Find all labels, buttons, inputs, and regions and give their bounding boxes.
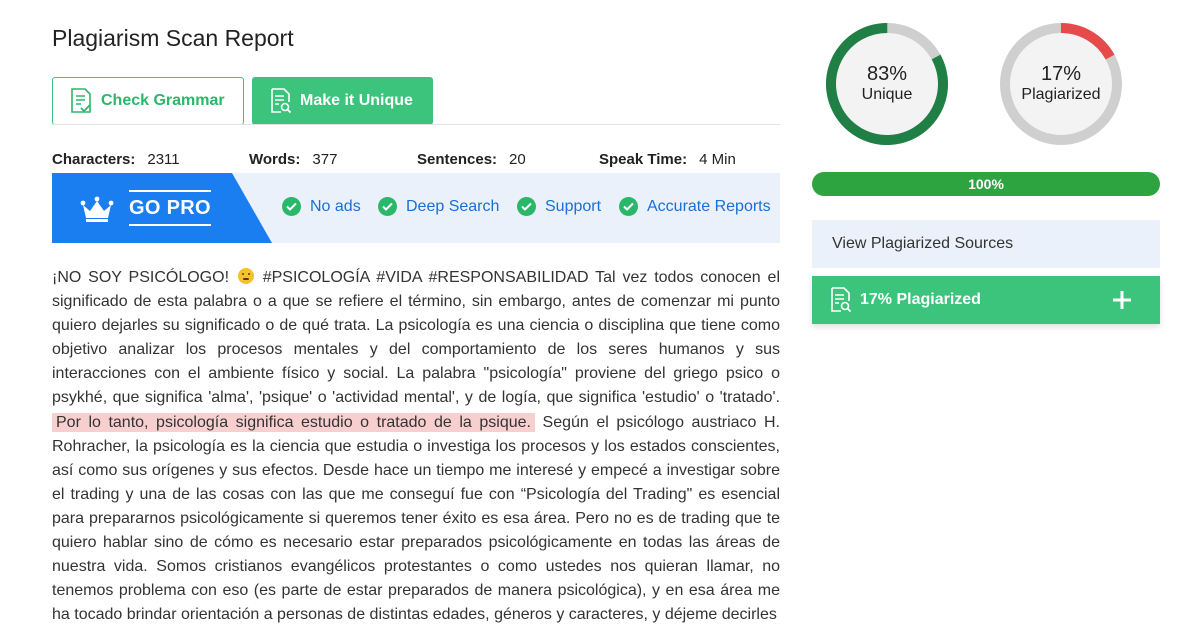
divider [52,124,780,125]
stat-value: 4 Min [699,151,736,168]
stat-value: 377 [312,151,338,168]
unique-score-ring: 83% Unique [826,23,948,145]
text-segment: Según el psicólogo austriaco H. Rohrache… [52,413,781,624]
check-circle-icon [517,197,536,216]
check-circle-icon [378,197,397,216]
plagiarized-highlight[interactable]: Por lo tanto, psicología significa estud… [52,412,535,432]
check-circle-icon [282,197,301,216]
crown-icon [80,196,114,222]
feature-deep-search: Deep Search [378,197,499,216]
plagiarized-item-label: 17% Plagiarized [860,291,981,308]
plus-icon[interactable] [1110,288,1134,312]
text-segment: #PSICOLOGÍA #VIDA #RESPONSABILIDAD Tal v… [52,269,780,407]
stat-label: Sentences: [417,151,498,168]
feature-support: Support [517,197,601,216]
make-unique-label: Make it Unique [300,92,413,109]
view-plagiarized-sources-button[interactable]: View Plagiarized Sources [812,220,1160,268]
unique-label: Unique [861,86,913,103]
thinking-face-icon [237,268,254,284]
stat-label: Words: [249,151,301,168]
feature-label: Deep Search [406,197,500,215]
scanned-text: ¡NO SOY PSICÓLOGO! #PSICOLOGÍA #VIDA #RE… [52,266,780,627]
stat-value: 20 [509,151,526,168]
check-circle-icon [619,197,638,216]
go-pro-badge[interactable]: GO PRO [52,173,272,243]
go-pro-label: GO PRO [129,190,211,226]
stat-label: Characters: [52,151,136,168]
document-search-icon [831,287,852,313]
feature-label: No ads [310,197,361,215]
scan-progress-bar: 100% [812,172,1160,196]
feature-label: Support [545,197,602,215]
feature-no-ads: No ads [282,197,361,216]
go-pro-banner[interactable]: GO PRO No ads Deep Search Support Accura… [52,173,780,243]
stat-characters: Characters: 2311 [52,151,180,168]
feature-accurate-reports: Accurate Reports [619,197,771,216]
text-segment: ¡NO SOY PSICÓLOGO! [52,269,236,286]
stat-speak-time: Speak Time: 4 Min [599,151,736,168]
stat-label: Speak Time: [599,151,688,168]
check-grammar-label: Check Grammar [101,92,225,109]
stat-words: Words: 377 [249,151,337,168]
stat-sentences: Sentences: 20 [417,151,526,168]
view-sources-label: View Plagiarized Sources [832,235,1014,252]
plagiarized-percent: 17% [1040,63,1082,85]
document-check-icon [71,88,91,113]
plagiarized-score-ring: 17% Plagiarized [1000,23,1122,145]
stat-value: 2311 [147,151,180,168]
document-search-icon [271,88,292,114]
unique-percent: 83% [866,63,908,85]
page-title: Plagiarism Scan Report [52,25,294,51]
plagiarized-label: Plagiarized [1021,86,1101,103]
feature-label: Accurate Reports [647,197,771,215]
check-grammar-button[interactable]: Check Grammar [52,77,244,125]
plagiarized-source-item[interactable]: 17% Plagiarized [812,276,1160,324]
make-unique-button[interactable]: Make it Unique [252,77,433,125]
